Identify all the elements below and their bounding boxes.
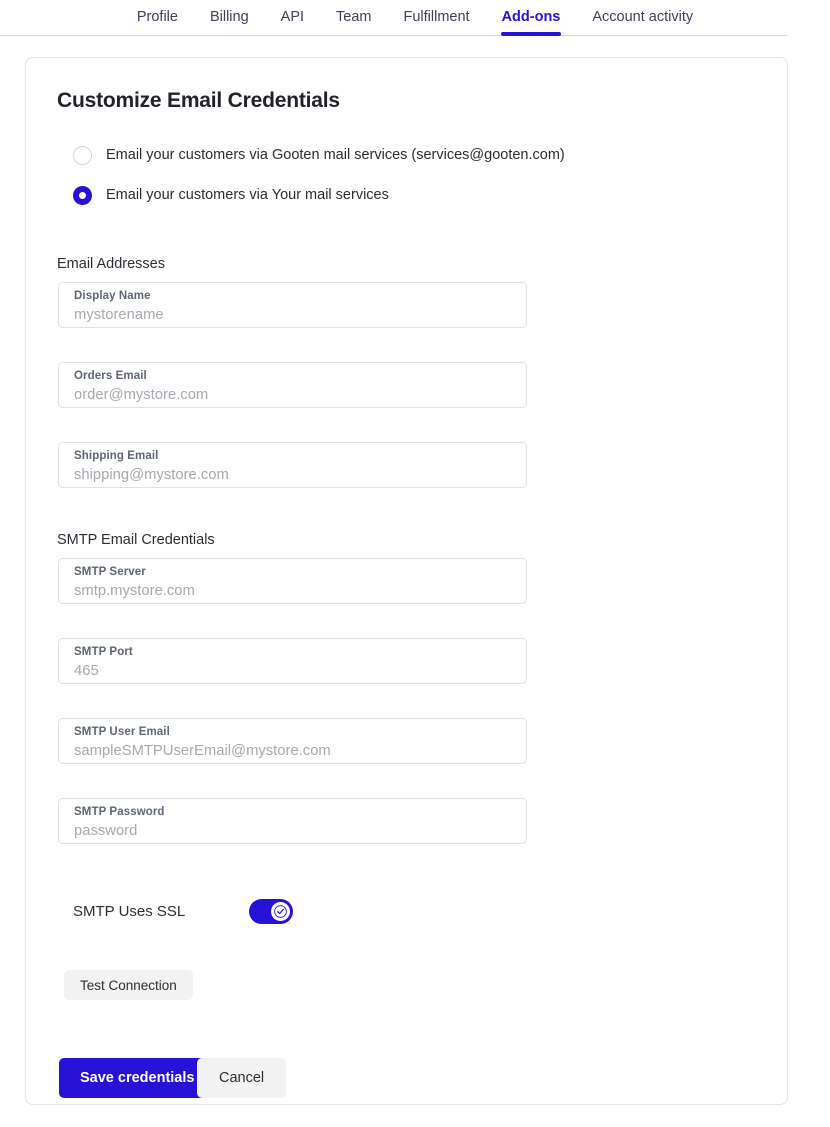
radio-option-gooten-mail-label: Email your customers via Gooten mail ser… bbox=[106, 146, 565, 163]
field-smtp-port-value: 465 bbox=[74, 663, 99, 679]
section-heading-email-addresses: Email Addresses bbox=[57, 256, 165, 272]
mail-service-radio-group: Email your customers via Gooten mail ser… bbox=[73, 140, 733, 220]
field-smtp-server[interactable]: SMTP Server smtp.mystore.com bbox=[58, 558, 527, 604]
radio-checked-icon[interactable] bbox=[73, 185, 92, 205]
radio-option-gooten-mail[interactable]: Email your customers via Gooten mail ser… bbox=[73, 140, 733, 170]
field-smtp-server-value: smtp.mystore.com bbox=[74, 583, 195, 599]
save-credentials-button[interactable]: Save credentials bbox=[59, 1058, 216, 1098]
tab-add-ons[interactable]: Add-ons bbox=[486, 8, 577, 40]
check-icon bbox=[274, 905, 287, 918]
field-smtp-server-label: SMTP Server bbox=[74, 566, 146, 578]
field-shipping-email[interactable]: Shipping Email shipping@mystore.com bbox=[58, 442, 527, 488]
field-smtp-user-email[interactable]: SMTP User Email sampleSMTPUserEmail@myst… bbox=[58, 718, 527, 764]
radio-unchecked-icon[interactable] bbox=[73, 145, 92, 165]
field-display-name-label: Display Name bbox=[74, 290, 151, 302]
tab-api[interactable]: API bbox=[265, 8, 320, 40]
test-connection-button[interactable]: Test Connection bbox=[64, 970, 193, 1000]
smtp-ssl-row: SMTP Uses SSL bbox=[73, 899, 293, 924]
tab-account-activity[interactable]: Account activity bbox=[576, 8, 709, 40]
field-smtp-user-email-label: SMTP User Email bbox=[74, 726, 170, 738]
field-smtp-password[interactable]: SMTP Password password bbox=[58, 798, 527, 844]
field-orders-email[interactable]: Orders Email order@mystore.com bbox=[58, 362, 527, 408]
field-orders-email-label: Orders Email bbox=[74, 370, 147, 382]
field-display-name-value: mystorename bbox=[74, 307, 164, 323]
smtp-ssl-label: SMTP Uses SSL bbox=[73, 903, 186, 920]
cancel-button[interactable]: Cancel bbox=[197, 1058, 287, 1098]
field-smtp-user-email-value: sampleSMTPUserEmail@mystore.com bbox=[74, 743, 331, 759]
tab-profile[interactable]: Profile bbox=[121, 8, 194, 40]
tab-team[interactable]: Team bbox=[320, 8, 387, 40]
tab-list: Profile Billing API Team Fulfillment Add… bbox=[121, 0, 709, 40]
page-title: Customize Email Credentials bbox=[57, 89, 340, 112]
account-nav-tabbar: Profile Billing API Team Fulfillment Add… bbox=[0, 0, 830, 36]
section-heading-smtp-credentials: SMTP Email Credentials bbox=[57, 532, 215, 548]
toggle-knob bbox=[271, 902, 290, 921]
field-display-name[interactable]: Display Name mystorename bbox=[58, 282, 527, 328]
field-smtp-port[interactable]: SMTP Port 465 bbox=[58, 638, 527, 684]
tab-billing[interactable]: Billing bbox=[194, 8, 265, 40]
field-smtp-password-label: SMTP Password bbox=[74, 806, 165, 818]
field-orders-email-value: order@mystore.com bbox=[74, 387, 209, 403]
radio-option-your-mail[interactable]: Email your customers via Your mail servi… bbox=[73, 180, 733, 210]
field-shipping-email-value: shipping@mystore.com bbox=[74, 467, 229, 483]
field-smtp-password-value: password bbox=[74, 823, 138, 839]
tab-fulfillment[interactable]: Fulfillment bbox=[388, 8, 486, 40]
field-shipping-email-label: Shipping Email bbox=[74, 450, 159, 462]
field-smtp-port-label: SMTP Port bbox=[74, 646, 133, 658]
radio-dot bbox=[79, 191, 86, 199]
smtp-ssl-toggle[interactable] bbox=[249, 899, 293, 924]
radio-option-your-mail-label: Email your customers via Your mail servi… bbox=[106, 186, 389, 203]
customize-email-credentials-card: Customize Email Credentials Email your c… bbox=[25, 57, 788, 1105]
